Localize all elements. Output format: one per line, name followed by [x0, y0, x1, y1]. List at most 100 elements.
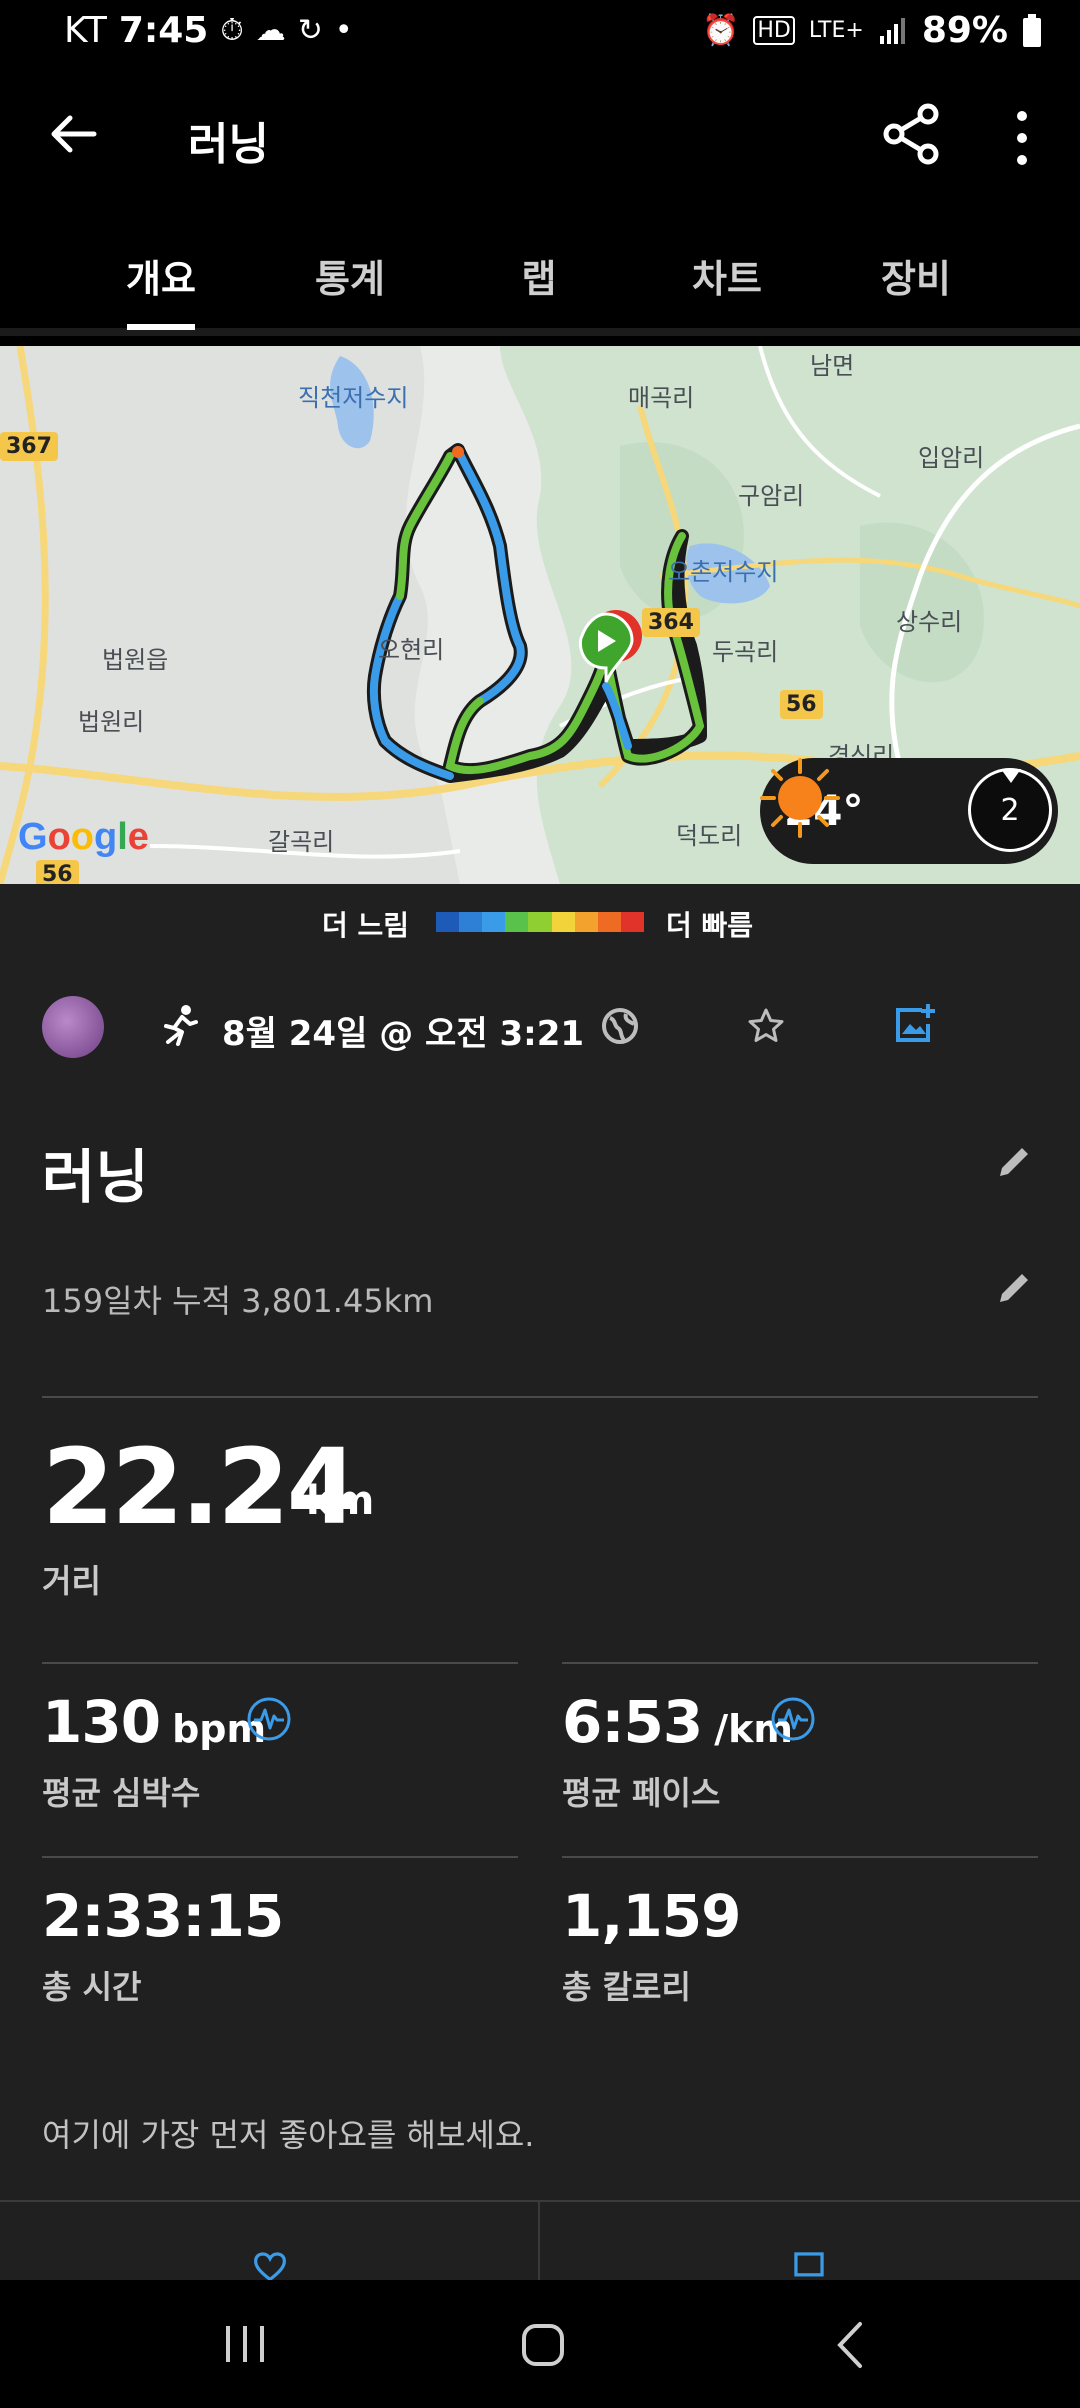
divider: [562, 1662, 1038, 1664]
stat-label: 평균 페이스: [562, 1774, 721, 1812]
legend-color-segment: [528, 912, 552, 932]
divider: [562, 1856, 1038, 1858]
add-photo-icon[interactable]: [892, 1002, 936, 1046]
home-icon[interactable]: [520, 2322, 566, 2368]
alarm-icon: ⏰: [701, 13, 740, 48]
back-icon[interactable]: [830, 2320, 870, 2370]
road-number: 56: [780, 690, 823, 719]
star-icon[interactable]: [746, 1006, 786, 1046]
map-label: 덕도리: [676, 822, 743, 850]
legend-color-segment: [459, 912, 483, 932]
activity-title: 러닝: [42, 1143, 149, 1211]
divider: [42, 1856, 518, 1858]
total-calories: 1,159: [562, 1882, 741, 1950]
speed-legend: 더 느림 더 빠름: [0, 884, 1080, 956]
dot-icon: •: [334, 13, 353, 48]
battery-level: 89%: [921, 10, 1008, 51]
tab-stats[interactable]: 통계: [255, 248, 445, 303]
heart-rate-chart-icon[interactable]: [246, 1696, 292, 1742]
tab-charts[interactable]: 차트: [632, 248, 822, 303]
map-label: 직천저수지: [298, 384, 409, 412]
avatar[interactable]: [42, 996, 104, 1058]
distance-label: 거리: [42, 1562, 101, 1600]
app-bar: 러닝: [0, 64, 1080, 210]
activity-details: 8월 24일 @ 오전 3:21 러닝 159일차 누적 3,801.45km …: [0, 956, 1080, 2282]
google-logo: Google: [18, 816, 149, 858]
legend-color-segment: [574, 912, 598, 932]
pace-chart-icon[interactable]: [770, 1696, 816, 1742]
route-map[interactable]: 직천저수지 매곡리 남면 입암리 구암리 오촌저수지 법원읍 오현리 두곡리 상…: [0, 346, 1080, 884]
comment-icon[interactable]: [786, 2252, 832, 2282]
map-label: 갈곡리: [268, 828, 335, 856]
stat-label: 총 시간: [42, 1968, 142, 2006]
edit-description-icon[interactable]: [994, 1268, 1034, 1308]
legend-color-segment: [505, 912, 529, 932]
legend-color-segment: [597, 912, 621, 932]
road-number: 364: [642, 608, 700, 637]
signal-icon: [879, 17, 905, 44]
map-label: 구암리: [738, 482, 805, 510]
map-label: 법원리: [78, 708, 145, 736]
map-label: 오현리: [378, 636, 445, 664]
stat-value: 6:53: [562, 1688, 703, 1756]
network-type: LTE+: [808, 18, 864, 43]
legend-fast-label: 더 빠름: [666, 909, 754, 942]
back-arrow-icon[interactable]: [44, 104, 104, 164]
road-number: 367: [0, 432, 58, 461]
heart-icon[interactable]: [244, 2252, 296, 2282]
edit-title-icon[interactable]: [994, 1142, 1034, 1182]
divider: [42, 1396, 1038, 1398]
like-prompt: 여기에 가장 먼저 좋아요를 해보세요.: [42, 2116, 535, 2154]
page-title: 러닝: [188, 119, 269, 170]
map-label: 매곡리: [628, 384, 695, 412]
legend-color-bar: [436, 912, 644, 932]
globe-icon[interactable]: [600, 1006, 640, 1046]
distance-unit: km: [306, 1478, 375, 1524]
legend-color-segment: [482, 912, 506, 932]
legend-color-segment: [551, 912, 575, 932]
stat-label: 평균 심박수: [42, 1774, 201, 1812]
more-options-icon[interactable]: [1000, 108, 1044, 168]
tab-gear[interactable]: 장비: [821, 248, 1011, 303]
action-row: [0, 2200, 1080, 2282]
wind-speed: 2: [1000, 793, 1020, 828]
cloud-icon: ☁: [255, 13, 286, 48]
status-bar: KT 7:45 ⏱ ☁ ↻ • ⏰ HD LTE+ 89%: [0, 0, 1080, 64]
recent-apps-icon[interactable]: [222, 2322, 268, 2366]
avg-heart-rate: 130 bpm: [42, 1688, 266, 1756]
map-label: 오촌저수지: [668, 558, 779, 586]
stat-value: 130: [42, 1688, 161, 1756]
divider: [538, 2202, 540, 2282]
tab-overview[interactable]: 개요: [66, 248, 256, 303]
map-label: 상수리: [896, 608, 963, 636]
share-icon[interactable]: [880, 102, 944, 166]
running-icon: [164, 1005, 198, 1046]
stat-value: 2:33:15: [42, 1882, 284, 1950]
map-label: 남면: [810, 352, 855, 380]
stat-label: 총 칼로리: [562, 1968, 691, 2006]
tab-bar: 개요 통계 랩 차트 장비: [0, 210, 1080, 336]
sun-icon: [760, 758, 840, 838]
legend-color-segment: [436, 912, 460, 932]
wind-indicator: 2: [968, 768, 1052, 852]
battery-icon: [1023, 13, 1041, 47]
tab-laps[interactable]: 랩: [444, 248, 634, 303]
map-label: 법원읍: [102, 646, 169, 674]
road-number: 56: [36, 860, 79, 884]
activity-description: 159일차 누적 3,801.45km: [42, 1282, 434, 1320]
map-label: 입암리: [918, 444, 985, 472]
wind-direction-icon: [1001, 769, 1021, 783]
system-nav-bar: [0, 2280, 1080, 2408]
avg-pace: 6:53/km: [562, 1688, 793, 1756]
stat-value: 1,159: [562, 1882, 741, 1950]
activity-date: 8월 24일 @ 오전 3:21: [222, 1014, 585, 1054]
legend-color-segment: [620, 912, 644, 932]
tab-indicator: [127, 324, 195, 330]
clock: 7:45: [118, 10, 209, 51]
hd-icon: HD: [753, 16, 795, 45]
weather-badge: 24° 2: [760, 758, 1058, 864]
sync-icon: ↻: [297, 13, 323, 48]
divider: [42, 1662, 518, 1664]
stopwatch-icon: ⏱: [220, 13, 244, 48]
total-time: 2:33:15: [42, 1882, 284, 1950]
